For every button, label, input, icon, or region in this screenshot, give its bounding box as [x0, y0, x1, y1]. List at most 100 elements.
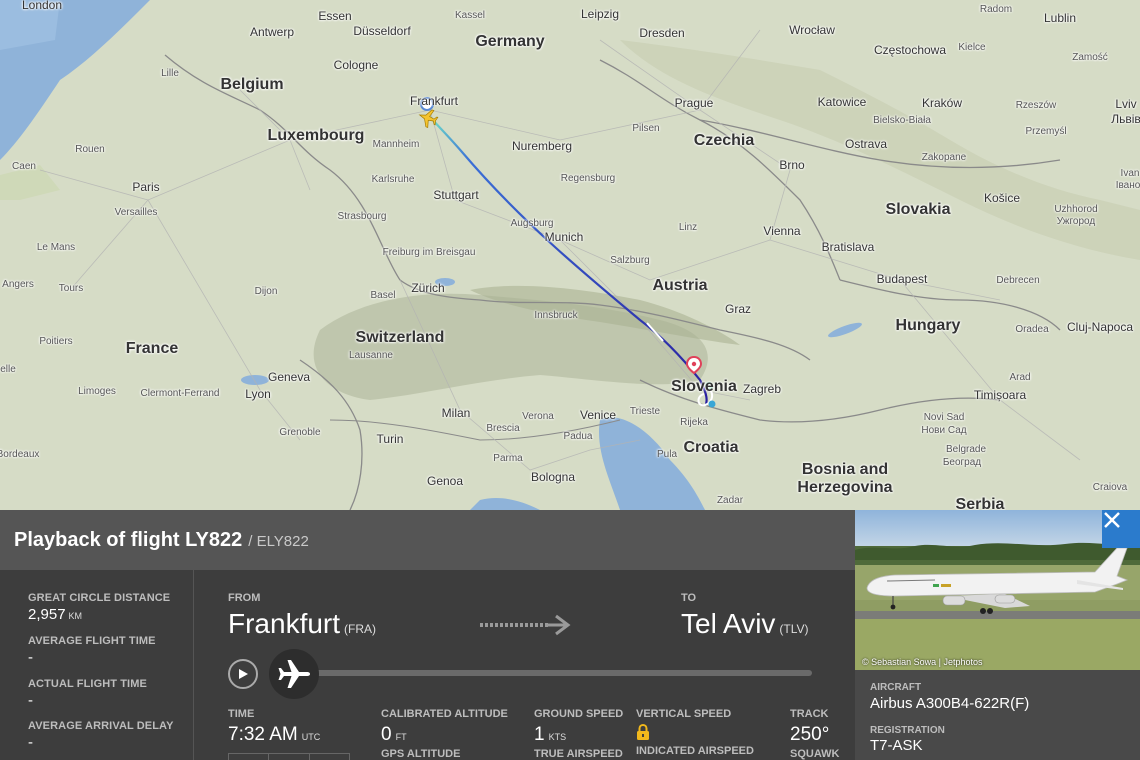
destination-city[interactable]: Tel Aviv (TLV): [681, 608, 809, 640]
map-label-city: Trieste: [629, 406, 661, 417]
map-label-country: Luxembourg: [267, 127, 365, 144]
map-label-city: Basel: [370, 290, 396, 301]
aircraft-type[interactable]: Airbus A300B4-622R(F): [870, 695, 1029, 712]
map-label-city: Mannheim: [372, 139, 420, 150]
map-label-city: Karlsruhe: [371, 174, 415, 185]
photo-credit[interactable]: © Sebastian Sowa | Jetphotos: [862, 657, 983, 667]
flight-playback-panel: Playback of flight LY822 / ELY822 GREAT …: [0, 510, 855, 760]
play-button[interactable]: [228, 659, 258, 689]
map-label-city: Zagreb: [742, 382, 782, 396]
playback-timeline[interactable]: [286, 670, 812, 676]
map-label-city: Arad: [1009, 372, 1031, 383]
map-label-city: Graz: [724, 302, 752, 316]
metric-time: TIME 7:32 AM UTC: [228, 708, 320, 746]
metric-value: 7:32 AM UTC: [228, 724, 320, 746]
map-label-city: London: [21, 0, 63, 12]
metric-track: TRACK 250° SQUAWK: [790, 708, 840, 760]
map-label-city: Freiburg im Breisgau: [382, 247, 476, 258]
stat-value: -: [28, 692, 33, 709]
map-label-city: Craiova: [1092, 482, 1128, 493]
map-label-country: Croatia: [683, 439, 739, 456]
map-label-city: Bologna: [530, 470, 576, 484]
map-label-country-line2: Herzegovina: [797, 479, 893, 496]
aircraft-photo[interactable]: © Sebastian Sowa | Jetphotos: [855, 510, 1140, 670]
time-control-segment[interactable]: [310, 754, 349, 760]
aircraft-panel: © Sebastian Sowa | Jetphotos AIRCRAFT Ai…: [855, 510, 1140, 760]
map-label-city: Prague: [674, 96, 714, 110]
metric-label: TRACK: [790, 708, 829, 720]
time-controls[interactable]: [228, 753, 350, 760]
time-value: 7:32 AM: [228, 724, 298, 745]
map-label-city: Leipzig: [580, 7, 620, 21]
time-control-segment[interactable]: [229, 754, 270, 760]
destination-city-name: Tel Aviv: [681, 608, 776, 639]
map-label-city: Genoa: [426, 474, 464, 488]
stat-avg-arrival-delay: AVERAGE ARRIVAL DELAY -: [28, 720, 174, 751]
stat-actual-flight-time: ACTUAL FLIGHT TIME -: [28, 678, 147, 709]
map-label-city: Essen: [318, 9, 352, 23]
indicated-airspeed-label: INDICATED AIRSPEED: [636, 745, 754, 757]
map-label-country: Slovenia: [671, 378, 737, 395]
flight-map[interactable]: Germany Belgium Luxembourg France Switze…: [0, 0, 1140, 510]
destination-code: (TLV): [779, 622, 809, 636]
registration-value[interactable]: T7-ASK: [870, 737, 923, 754]
panel-callsign: / ELY822: [248, 533, 309, 550]
map-label-city: Poitiers: [39, 336, 73, 347]
map-label-city: Košice: [983, 191, 1021, 205]
map-label-city: Pilsen: [632, 123, 660, 134]
map-label-country: Serbia: [955, 496, 1005, 511]
map-label-city: Rouen: [75, 144, 105, 155]
map-label-city: Ужгород: [1056, 216, 1096, 227]
metric-label: TIME: [228, 708, 255, 720]
map-label-city: Bielsko-Biała: [873, 115, 931, 126]
map-label-city: Katowice: [817, 95, 867, 109]
origin-city[interactable]: Frankfurt (FRA): [228, 608, 376, 640]
map-label-city: Wrocław: [789, 23, 835, 37]
map-label-city: Lviv: [1115, 97, 1137, 111]
squawk-label: SQUAWK: [790, 748, 840, 760]
map-label-city: Kassel: [454, 10, 486, 21]
map-label-city: Ivan: [1120, 168, 1140, 179]
map-label-city: Vienna: [763, 224, 801, 238]
registration-label: REGISTRATION: [870, 725, 945, 736]
map-label-city: Lille: [161, 68, 179, 79]
close-icon: [1104, 512, 1120, 528]
map-label-city: Nuremberg: [511, 139, 573, 153]
map-label-city: Rzeszów: [1015, 100, 1057, 111]
ground-speed-value: 1: [534, 724, 545, 745]
lock-icon: [637, 723, 649, 740]
map-label-city: Stuttgart: [433, 188, 479, 202]
map-label-city: Limoges: [78, 386, 116, 397]
map-label-city: Grenoble: [279, 427, 321, 438]
map-label-city: Milan: [441, 406, 471, 420]
map-label-city: Frankfurt: [409, 94, 459, 108]
stat-value: -: [28, 734, 33, 751]
map-label-city: Le Mans: [36, 242, 76, 253]
map-label-city: Zürich: [411, 281, 445, 295]
map-label-city: Zamość: [1072, 52, 1108, 63]
map-label-city: Львів: [1111, 112, 1140, 126]
map-label-city: Pula: [656, 449, 678, 460]
map-label-city: Munich: [544, 230, 584, 244]
time-control-segment[interactable]: [269, 754, 310, 760]
map-label-city: Parma: [493, 453, 523, 464]
cal-alt-unit: FT: [395, 732, 407, 742]
stat-label: AVERAGE ARRIVAL DELAY: [28, 720, 174, 732]
metric-label: GROUND SPEED: [534, 708, 624, 720]
stat-label: GREAT CIRCLE DISTANCE: [28, 592, 171, 604]
from-label: FROM: [228, 592, 261, 604]
map-label-city: Bordeaux: [0, 449, 40, 460]
metric-value: [636, 723, 754, 747]
map-label-city: Timișoara: [973, 388, 1027, 402]
map-label-city: Przemyśl: [1025, 126, 1067, 137]
close-button[interactable]: [1102, 510, 1140, 548]
panel-header: Playback of flight LY822 / ELY822: [0, 510, 855, 570]
true-airspeed-label: TRUE AIRSPEED: [534, 748, 623, 760]
cal-alt-value: 0: [381, 724, 392, 745]
gps-altitude-label: GPS ALTITUDE: [381, 748, 461, 760]
origin-city-name: Frankfurt: [228, 608, 341, 639]
playback-scrubber[interactable]: [269, 649, 319, 699]
map-label-city: Turin: [376, 432, 404, 446]
metric-label: VERTICAL SPEED: [636, 708, 732, 720]
stat-value: 2,957 KM: [28, 606, 170, 623]
